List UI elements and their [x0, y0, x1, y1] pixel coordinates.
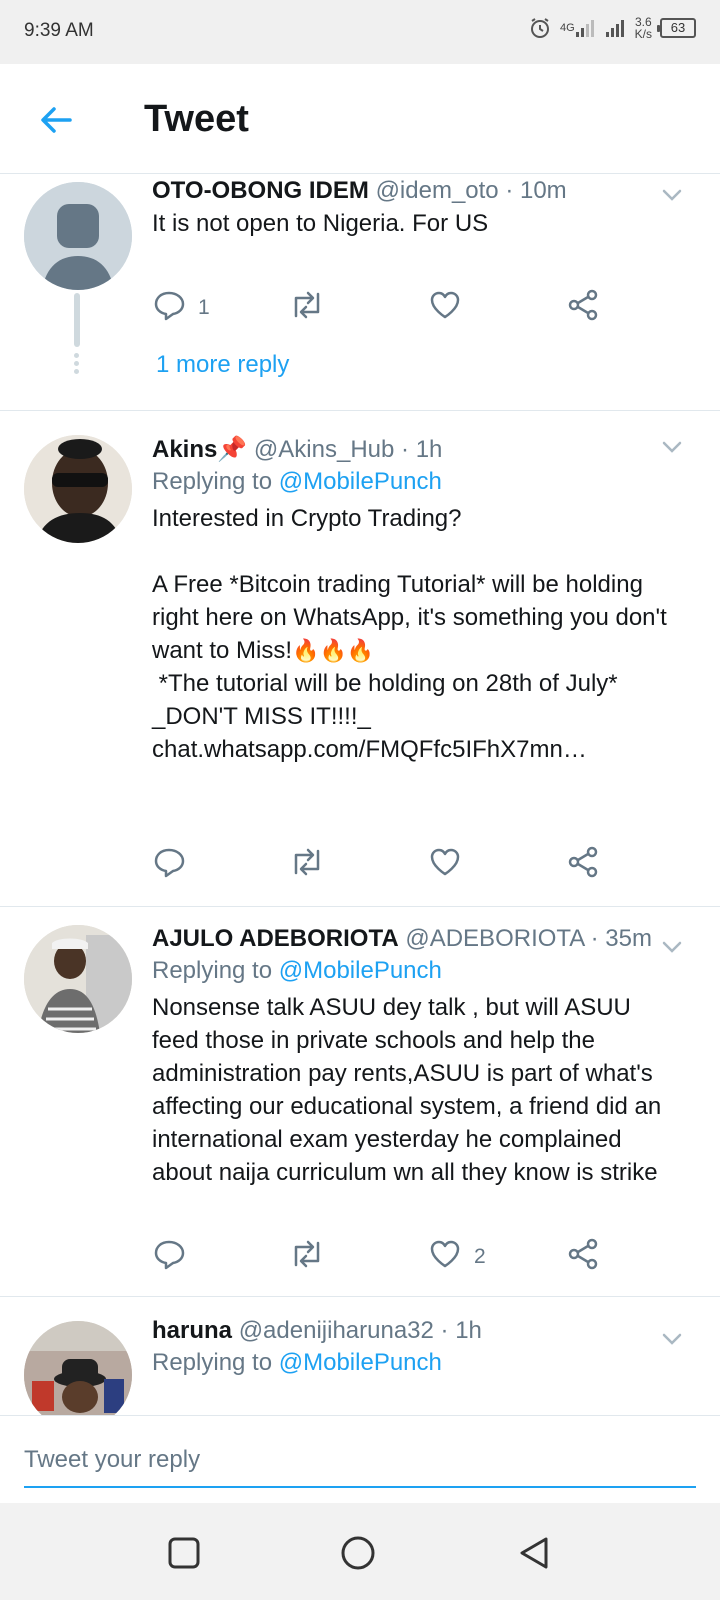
chevron-down-icon[interactable]	[660, 935, 684, 959]
replying-to: Replying to @MobilePunch	[152, 957, 442, 984]
share-button[interactable]	[566, 288, 600, 327]
handle[interactable]: @ADEBORIOTA	[405, 925, 584, 952]
display-name[interactable]: OTO-OBONG IDEM	[152, 177, 369, 204]
replying-to: Replying to @MobilePunch	[152, 468, 442, 495]
fire-emoji: 🔥🔥🔥	[292, 638, 375, 663]
handle[interactable]: @Akins_Hub	[254, 436, 394, 463]
tweet-item[interactable]: Akins📌 @Akins_Hub · 1h Replying to @Mobi…	[0, 411, 720, 907]
timestamp: · 1h	[401, 436, 443, 463]
reply-button[interactable]	[152, 1237, 186, 1276]
share-icon	[566, 845, 600, 884]
tweet-item[interactable]: OTO-OBONG IDEM @idem_oto · 10m It is not…	[0, 175, 720, 411]
top-app-bar: Tweet	[0, 64, 720, 174]
share-button[interactable]	[566, 1237, 600, 1276]
handle[interactable]: @idem_oto	[376, 177, 499, 204]
like-button[interactable]	[428, 288, 462, 327]
chevron-down-icon[interactable]	[660, 183, 684, 207]
reply-icon	[152, 288, 186, 327]
network-speed: 3.6 K/s	[634, 15, 652, 41]
reply-icon	[152, 1237, 186, 1276]
more-replies-link[interactable]: 1 more reply	[156, 351, 289, 379]
avatar[interactable]	[24, 435, 132, 543]
like-count: 2	[474, 1244, 486, 1268]
retweet-button[interactable]	[288, 1237, 326, 1276]
thread-connector	[74, 175, 80, 177]
tweet-header: Akins📌 @Akins_Hub · 1h	[152, 435, 680, 464]
tweet-item[interactable]: haruna @adenijiharuna32 · 1h Replying to…	[0, 1297, 720, 1415]
signal-icon	[605, 18, 627, 38]
thread-line	[74, 293, 80, 347]
reply-button[interactable]: 1	[152, 288, 210, 327]
status-bar: 9:39 AM 4G 3.6 K/s 63	[0, 0, 720, 64]
back-triangle-icon[interactable]	[516, 1535, 552, 1571]
retweet-icon	[288, 1237, 326, 1276]
reply-feed[interactable]: OTO-OBONG IDEM @idem_oto · 10m It is not…	[0, 175, 720, 1415]
tweet-reply-input[interactable]: Tweet your reply	[24, 1438, 696, 1488]
recents-square-icon[interactable]	[166, 1535, 202, 1571]
tweet-text: Nonsense talk ASUU dey talk , but will A…	[152, 994, 668, 1186]
mention-link[interactable]: @MobilePunch	[279, 468, 442, 495]
replying-to: Replying to @MobilePunch	[152, 1349, 442, 1376]
share-icon	[566, 1237, 600, 1276]
tweet-text: It is not open to Nigeria. For US	[152, 210, 489, 237]
network-type-icon: 4G	[560, 18, 597, 38]
timestamp: · 35m	[590, 925, 652, 952]
avatar[interactable]	[24, 925, 132, 1033]
reply-composer: Tweet your reply	[0, 1415, 720, 1503]
like-button[interactable]	[428, 845, 462, 884]
heart-icon	[428, 1237, 462, 1276]
heart-icon	[428, 845, 462, 884]
chevron-down-icon[interactable]	[660, 1327, 684, 1351]
thread-dots	[74, 353, 80, 377]
display-name[interactable]: AJULO ADEBORIOTA	[152, 925, 399, 952]
retweet-button[interactable]	[288, 288, 326, 327]
display-name[interactable]: haruna	[152, 1317, 232, 1344]
whatsapp-link[interactable]: chat.whatsapp.com/FMQFfc5IFhX7mn…	[152, 733, 680, 766]
mention-link[interactable]: @MobilePunch	[279, 1349, 442, 1376]
battery-icon: 63	[657, 18, 696, 38]
retweet-button[interactable]	[288, 845, 326, 884]
alarm-icon	[528, 16, 552, 40]
tweet-header: haruna @adenijiharuna32 · 1h	[152, 1317, 680, 1345]
display-name[interactable]: Akins📌	[152, 436, 247, 463]
tweet-header: OTO-OBONG IDEM @idem_oto · 10m	[152, 177, 680, 205]
status-time: 9:39 AM	[24, 20, 94, 41]
tweet-header: AJULO ADEBORIOTA @ADEBORIOTA · 35m	[152, 925, 680, 953]
share-button[interactable]	[566, 845, 600, 884]
heart-icon	[428, 288, 462, 327]
reply-count: 1	[198, 295, 210, 319]
page-title: Tweet	[144, 98, 249, 140]
share-icon	[566, 288, 600, 327]
back-arrow-icon[interactable]	[36, 100, 76, 140]
home-circle-icon[interactable]	[340, 1535, 376, 1571]
tweet-text: Interested in Crypto Trading? A Free *Bi…	[152, 505, 667, 730]
status-icons: 4G 3.6 K/s 63	[528, 16, 696, 40]
like-button[interactable]: 2	[428, 1237, 486, 1276]
chevron-down-icon[interactable]	[660, 435, 684, 459]
retweet-icon	[288, 845, 326, 884]
retweet-icon	[288, 288, 326, 327]
tweet-item[interactable]: AJULO ADEBORIOTA @ADEBORIOTA · 35m Reply…	[0, 907, 720, 1297]
avatar[interactable]	[24, 182, 132, 290]
timestamp: · 10m	[505, 177, 567, 204]
handle[interactable]: @adenijiharuna32	[239, 1317, 434, 1344]
reply-button[interactable]	[152, 845, 186, 884]
mention-link[interactable]: @MobilePunch	[279, 957, 442, 984]
timestamp: · 1h	[440, 1317, 482, 1344]
avatar[interactable]	[24, 1321, 132, 1415]
system-nav-bar	[0, 1503, 720, 1600]
reply-icon	[152, 845, 186, 884]
